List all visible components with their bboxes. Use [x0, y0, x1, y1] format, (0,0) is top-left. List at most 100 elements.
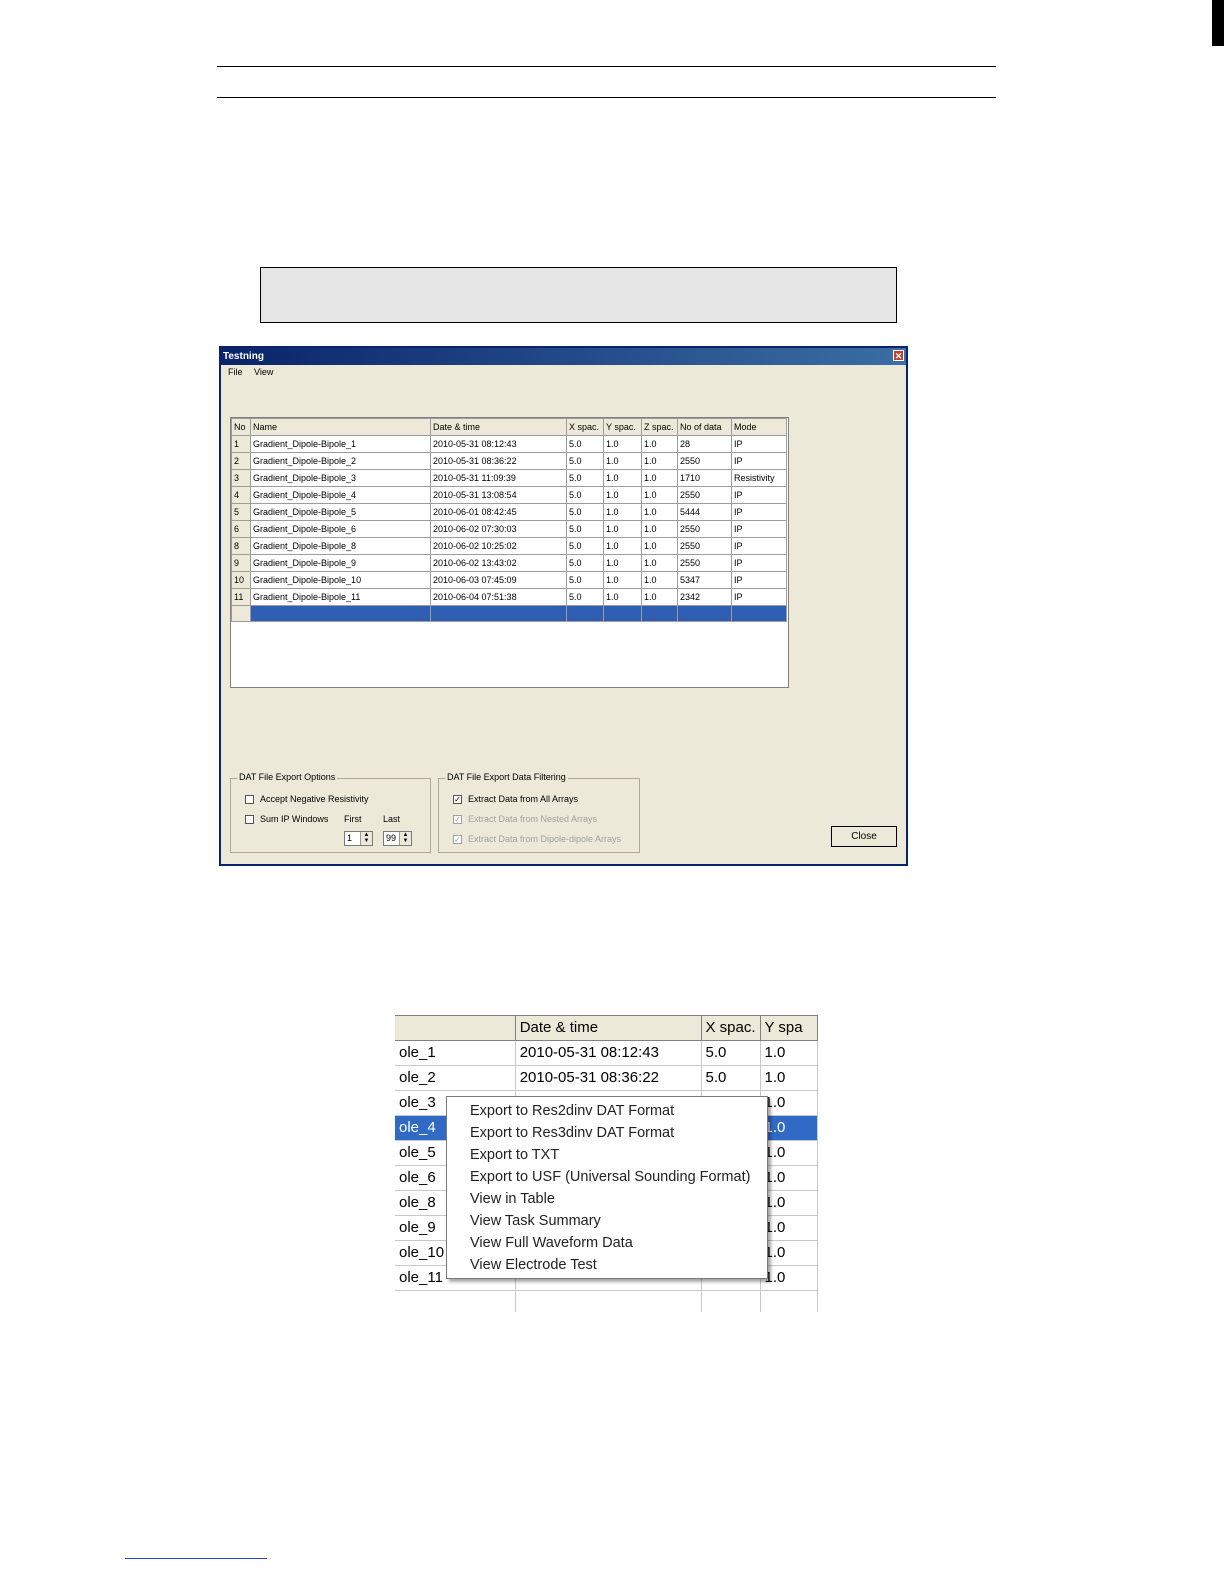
table-cell: 1.0: [759, 1165, 818, 1191]
table-cell: 1.0: [759, 1240, 818, 1266]
close-icon[interactable]: ✕: [893, 350, 904, 361]
context-menu-item[interactable]: View in Table: [447, 1188, 767, 1210]
table-cell: 1.0: [641, 503, 678, 521]
context-menu-item[interactable]: View Full Waveform Data: [447, 1232, 767, 1254]
column-header[interactable]: Y spac.: [603, 418, 642, 436]
table-row[interactable]: 11 Gradient_Dipole-Bipole_11 2010-06-04 07…: [231, 588, 787, 606]
table-cell: 5.0: [700, 1065, 761, 1091]
table-cell: [700, 1290, 761, 1312]
context-menu-item[interactable]: Export to Res2dinv DAT Format: [447, 1100, 767, 1122]
dipole-arrays-row: ✓ Extract Data from Dipole-dipole Arrays: [453, 834, 621, 845]
table-row[interactable]: ole_2 2010-05-31 08:36:22 5.0 1.0: [395, 1065, 818, 1091]
column-header[interactable]: Name: [250, 418, 431, 436]
sum-ip-label: Sum IP Windows: [260, 814, 329, 824]
export-options-title: DAT File Export Options: [237, 772, 338, 782]
sum-ip-checkbox[interactable]: [245, 815, 254, 825]
column-header[interactable]: Z spac.: [641, 418, 678, 436]
menu-view[interactable]: View: [254, 367, 273, 377]
table-row[interactable]: 10 Gradient_Dipole-Bipole_10 2010-06-03 07…: [231, 571, 787, 589]
table-cell: [731, 605, 787, 622]
table-cell: IP: [731, 452, 787, 470]
table-cell: [566, 605, 604, 622]
all-arrays-row[interactable]: ✓ Extract Data from All Arrays: [453, 794, 578, 805]
new-row-selected[interactable]: [231, 605, 787, 622]
table-cell: IP: [731, 537, 787, 555]
table-cell: IP: [731, 520, 787, 538]
row-number: 4: [231, 486, 251, 504]
table-cell: 5.0: [566, 435, 604, 453]
column-header[interactable]: No: [231, 418, 251, 436]
table-cell: 1.0: [641, 469, 678, 487]
column-header[interactable]: Y spa: [759, 1015, 818, 1041]
dipole-arrays-label: Extract Data from Dipole-dipole Arrays: [468, 834, 622, 844]
header-rule-top: [217, 66, 996, 67]
accept-negative-row[interactable]: Accept Negative Resistivity: [245, 794, 369, 805]
table-cell: 1.0: [641, 452, 678, 470]
table-row[interactable]: 5 Gradient_Dipole-Bipole_5 2010-06-01 08:4…: [231, 503, 787, 521]
context-menu-item[interactable]: Export to USF (Universal Sounding Format…: [447, 1166, 767, 1188]
accept-negative-checkbox[interactable]: [245, 795, 254, 805]
table-cell: Resistivity: [731, 469, 787, 487]
table-row[interactable]: 1 Gradient_Dipole-Bipole_1 2010-05-31 08:1…: [231, 435, 787, 453]
all-arrays-checkbox[interactable]: ✓: [453, 795, 462, 805]
table-cell: 1.0: [759, 1140, 818, 1166]
page-edge-bar: [1212, 0, 1224, 46]
table-cell: IP: [731, 435, 787, 453]
task-grid[interactable]: No Name Date & time X spac. Y spac. Z spac. No…: [230, 417, 789, 688]
context-menu-item[interactable]: Export to TXT: [447, 1144, 767, 1166]
table-row[interactable]: 9 Gradient_Dipole-Bipole_9 2010-06-02 13:4…: [231, 554, 787, 572]
table-cell: [250, 605, 431, 622]
table-cell: IP: [731, 554, 787, 572]
table-row[interactable]: ole_1 2010-05-31 08:12:43 5.0 1.0: [395, 1040, 818, 1066]
table-cell: Gradient_Dipole-Bipole_5: [250, 503, 431, 521]
table-cell: 1.0: [759, 1190, 818, 1216]
table-cell: [641, 605, 678, 622]
table-cell: 1.0: [603, 571, 642, 589]
row-number: 11: [231, 588, 251, 606]
table-cell: 1.0: [603, 588, 642, 606]
first-spinner[interactable]: 1 ▲ ▼: [344, 831, 373, 846]
table-row[interactable]: 4 Gradient_Dipole-Bipole_4 2010-05-31 13:0…: [231, 486, 787, 504]
spinner-arrows-icon[interactable]: ▲ ▼: [360, 832, 372, 845]
context-menu-item[interactable]: View Electrode Test: [447, 1254, 767, 1276]
table-cell: 2010-05-31 08:12:43: [514, 1040, 702, 1066]
table-row[interactable]: 6 Gradient_Dipole-Bipole_6 2010-06-02 07:3…: [231, 520, 787, 538]
table-cell: 1.0: [641, 571, 678, 589]
table-row[interactable]: [395, 1290, 818, 1312]
table-cell: 2010-05-31 08:12:43: [430, 435, 567, 453]
column-header[interactable]: X spac.: [700, 1015, 761, 1041]
close-button[interactable]: Close: [831, 826, 897, 847]
table-row[interactable]: 2 Gradient_Dipole-Bipole_2 2010-05-31 08:3…: [231, 452, 787, 470]
column-header[interactable]: No of data: [677, 418, 732, 436]
table-cell: 5.0: [566, 486, 604, 504]
column-header[interactable]: [395, 1015, 516, 1041]
last-spinner[interactable]: 99 ▲ ▼: [383, 831, 412, 846]
table-cell: [514, 1290, 702, 1312]
table-cell: 1.0: [603, 520, 642, 538]
menu-file[interactable]: File: [228, 367, 243, 377]
table-cell: 2550: [677, 554, 732, 572]
spinner-arrows-icon[interactable]: ▲ ▼: [399, 832, 411, 845]
column-header[interactable]: Date & time: [430, 418, 567, 436]
table-cell: Gradient_Dipole-Bipole_1: [250, 435, 431, 453]
table-row[interactable]: 8 Gradient_Dipole-Bipole_8 2010-06-02 10:2…: [231, 537, 787, 555]
table-cell: 1.0: [641, 537, 678, 555]
column-header[interactable]: Date & time: [514, 1015, 702, 1041]
row-number: 3: [231, 469, 251, 487]
table-row[interactable]: 3 Gradient_Dipole-Bipole_3 2010-05-31 11:0…: [231, 469, 787, 487]
data-filtering-group: DAT File Export Data Filtering ✓ Extract …: [438, 772, 640, 853]
table-cell: 5.0: [566, 503, 604, 521]
row-number: 10: [231, 571, 251, 589]
testing-window: Testning ✕ File View No Name Date & time X …: [219, 346, 908, 866]
row-number: 2: [231, 452, 251, 470]
table-cell: 2550: [677, 452, 732, 470]
column-header[interactable]: X spac.: [566, 418, 604, 436]
sum-ip-row[interactable]: Sum IP Windows: [245, 814, 328, 825]
context-menu-item[interactable]: View Task Summary: [447, 1210, 767, 1232]
table-cell: 1.0: [603, 537, 642, 555]
table-cell: Gradient_Dipole-Bipole_4: [250, 486, 431, 504]
context-menu-item[interactable]: Export to Res3dinv DAT Format: [447, 1122, 767, 1144]
column-header[interactable]: Mode: [731, 418, 787, 436]
nested-arrays-checkbox: ✓: [453, 815, 462, 825]
window-titlebar: Testning ✕: [221, 348, 906, 365]
